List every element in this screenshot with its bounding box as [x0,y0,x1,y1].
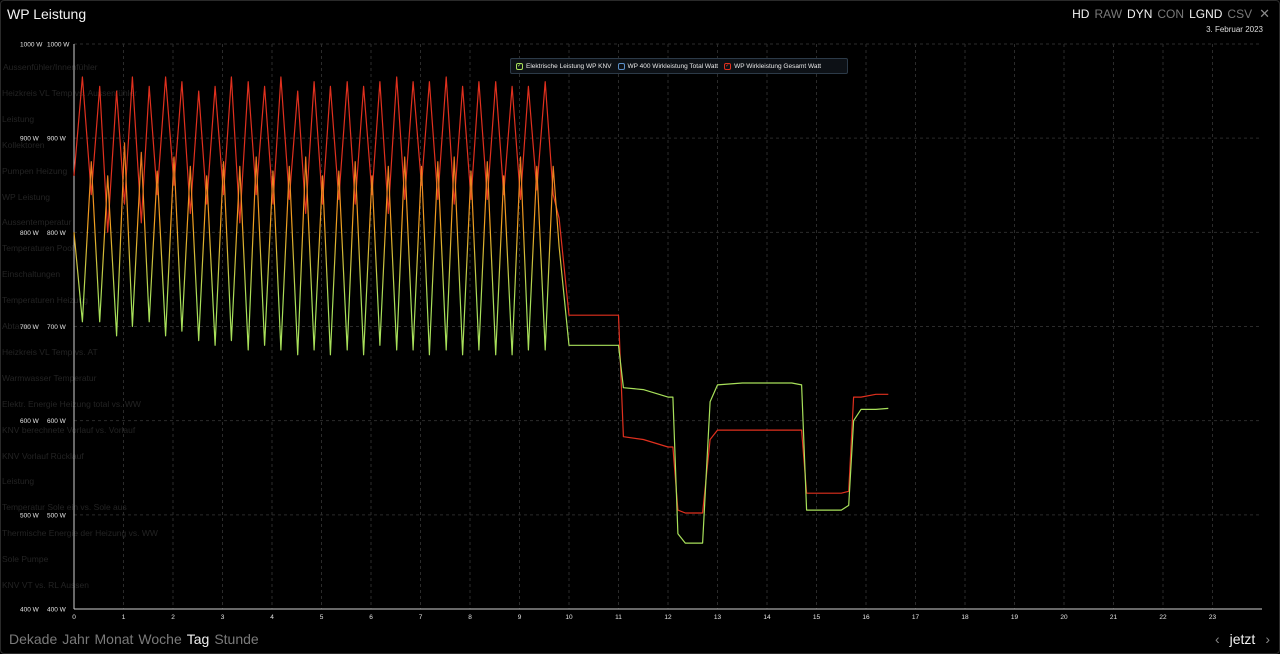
x-tick-label: 0 [72,614,76,621]
y-tick-label: 800 W [47,230,67,237]
legend-label: WP Wirkleistung Gesamt Watt [734,62,822,70]
legend-label: Elektrische Leistung WP KNV [526,62,612,70]
now-button[interactable]: jetzt [1230,631,1256,647]
series-line-elektrische-leistung [73,142,889,544]
x-tick-label: 18 [961,614,969,621]
y-tick-label: 500 W [47,512,67,519]
time-nav: ‹ jetzt › [1215,631,1270,647]
x-tick-label: 4 [270,614,274,621]
period-tag[interactable]: Tag [187,631,210,647]
y-tick-label: 800 W [20,230,40,237]
x-tick-label: 19 [1011,614,1019,621]
x-tick-label: 23 [1209,614,1217,621]
x-tick-label: 5 [320,614,324,621]
chevron-left-icon[interactable]: ‹ [1215,631,1220,647]
legend-item-wp-wirkleistung[interactable]: ✓ WP Wirkleistung Gesamt Watt [724,62,822,70]
x-tick-label: 3 [221,614,225,621]
x-tick-label: 9 [518,614,522,621]
x-tick-label: 21 [1110,614,1118,621]
legend-label: WP 400 Wirkleistung Total Watt [627,62,719,70]
line-chart: 1000 W 1000 W 900 W 900 W 800 W 800 W 700 W 700… [20,42,1262,621]
y-tick-label: 1000 W [47,42,70,49]
x-tick-label: 13 [714,614,722,621]
x-tick-label: 10 [565,614,573,621]
y-tick-label: 700 W [20,324,40,331]
legend-item-elektrische-leistung[interactable]: ✓ Elektrische Leistung WP KNV [516,62,612,70]
period-jahr[interactable]: Jahr [62,631,89,647]
legend: ✓ Elektrische Leistung WP KNV WP 400 Wir… [510,58,848,74]
period-stunde[interactable]: Stunde [214,631,258,647]
y-tick-label: 700 W [47,324,67,331]
legend-checkbox[interactable]: ✓ [516,62,523,70]
x-tick-label: 2 [171,614,175,621]
x-tick-label: 17 [912,614,920,621]
x-tick-label: 6 [369,614,373,621]
x-tick-label: 20 [1060,614,1068,621]
x-tick-label: 7 [419,614,423,621]
y-tick-label: 500 W [20,512,40,519]
y-tick-label: 900 W [20,136,40,143]
chevron-right-icon[interactable]: › [1265,631,1270,647]
period-nav: Dekade Jahr Monat Woche Tag Stunde [9,631,259,647]
y-tick-label: 600 W [20,418,40,425]
x-tick-label: 15 [813,614,821,621]
y-tick-label: 400 W [47,607,67,614]
legend-checkbox[interactable]: ✓ [724,62,732,70]
x-tick-label: 8 [468,614,472,621]
x-tick-label: 22 [1159,614,1167,621]
period-woche[interactable]: Woche [138,631,181,647]
legend-item-wp400[interactable]: WP 400 Wirkleistung Total Watt [617,62,719,70]
y-tick-label: 900 W [47,136,67,143]
legend-checkbox[interactable] [617,62,625,70]
x-tick-label: 16 [862,614,870,621]
y-tick-label: 400 W [20,607,40,614]
y-tick-label: 600 W [47,418,67,425]
period-monat[interactable]: Monat [95,631,134,647]
x-tick-label: 11 [615,614,622,621]
x-tick-label: 1 [122,614,126,621]
y-tick-label: 1000 W [20,42,43,49]
period-dekade[interactable]: Dekade [9,631,57,647]
x-tick-label: 12 [664,614,672,621]
x-tick-label: 14 [763,614,771,621]
